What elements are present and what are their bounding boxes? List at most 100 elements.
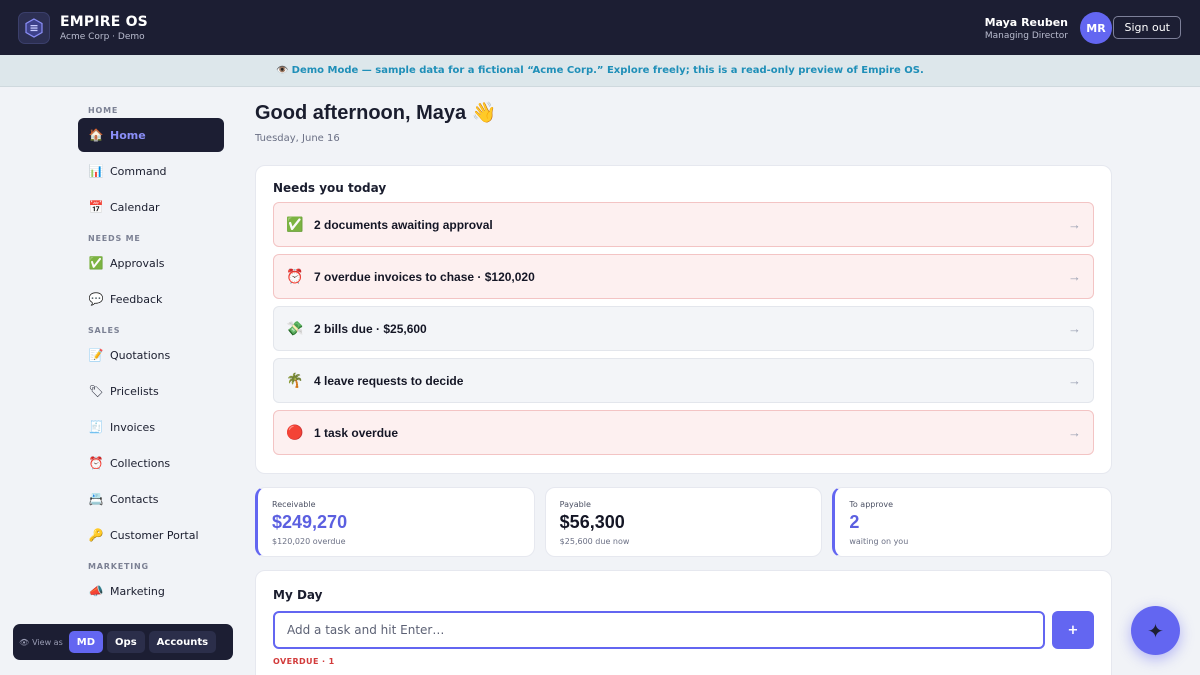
arrow-right-icon: →: [1068, 269, 1081, 284]
sidebar-item-marketing[interactable]: 📣 Marketing: [78, 574, 224, 608]
view-as-label: 👁 View as: [19, 638, 63, 647]
needs-item-text: 2 documents awaiting approval: [314, 217, 493, 232]
sidebar-item-customer-portal[interactable]: 🔑 Customer Portal: [78, 518, 224, 552]
sidebar-item-label: Feedback: [110, 292, 163, 306]
view-as-switcher: 👁 View as MD Ops Accounts: [13, 624, 233, 660]
needs-item[interactable]: ⏰ 7 overdue invoices to chase · $120,020 →: [273, 254, 1094, 299]
demo-mode-text: Demo Mode — sample data for a fictional …: [291, 65, 924, 76]
arrow-right-icon: →: [1068, 373, 1081, 388]
sidebar-item-approvals[interactable]: ✅ Approvals: [78, 246, 224, 280]
customer-portal-icon: 🔑: [88, 528, 104, 542]
sidebar-section-label: SALES: [88, 326, 121, 335]
kpi-label: Receivable: [272, 500, 316, 509]
needs-item-text: 7 overdue invoices to chase · $120,020: [314, 269, 535, 284]
eye-icon: 👁️: [276, 65, 289, 76]
kpi-card-payable[interactable]: Payable $56,300 $25,600 due now: [544, 487, 823, 557]
approvals-icon: ✅: [88, 256, 104, 270]
brand-subtitle: Acme Corp · Demo: [60, 31, 145, 42]
sidebar-item-pricelists[interactable]: 🏷 Pricelists: [78, 374, 224, 408]
sidebar-item-home[interactable]: 🏠 Home: [78, 118, 224, 152]
sidebar-item-label: Home: [110, 128, 146, 142]
needs-item[interactable]: 🌴 4 leave requests to decide →: [273, 358, 1094, 403]
top-header: EMPIRE OS Acme Corp · Demo Maya Reuben M…: [0, 0, 1200, 55]
needs-item[interactable]: 🔴 1 task overdue →: [273, 410, 1094, 455]
collections-icon: ⏰: [88, 456, 104, 470]
invoices-icon: 🧾: [88, 420, 104, 434]
kpi-subtext: waiting on you: [849, 537, 909, 546]
kpi-label: To approve: [849, 500, 894, 509]
assistant-fab-button[interactable]: ✦: [1131, 606, 1180, 655]
kpi-value: 2: [849, 512, 860, 532]
needs-item[interactable]: ✅ 2 documents awaiting approval →: [273, 202, 1094, 247]
view-as-option-md[interactable]: MD: [68, 631, 104, 653]
greeting-title: Good afternoon, Maya 👋: [255, 102, 497, 124]
my-day-card: My Day + OVERDUE · 1: [255, 570, 1112, 675]
home-icon: 🏠: [88, 128, 104, 142]
calendar-icon: 📅: [88, 200, 104, 214]
sidebar-item-quotations[interactable]: 📝 Quotations: [78, 338, 224, 372]
sidebar-item-label: Collections: [110, 456, 171, 470]
needs-list: ✅ 2 documents awaiting approval → ⏰ 7 overdu…: [273, 202, 1094, 455]
kpi-value: $56,300: [559, 512, 625, 532]
kpi-subtext: $25,600 due now: [559, 537, 630, 546]
sidebar-item-calendar[interactable]: 📅 Calendar: [78, 190, 224, 224]
sign-out-button[interactable]: Sign out: [1113, 16, 1181, 39]
main-content: Good afternoon, Maya 👋 Tuesday, June 16 …: [255, 100, 1113, 675]
sidebar-item-command[interactable]: 📊 Command: [78, 154, 224, 188]
sidebar-section-label: NEEDS ME: [88, 234, 141, 243]
brand: EMPIRE OS Acme Corp · Demo: [60, 14, 148, 42]
sidebar-item-label: Command: [110, 164, 167, 178]
needs-item-text: 2 bills due · $25,600: [314, 321, 427, 336]
arrow-right-icon: →: [1068, 217, 1081, 232]
sparkle-icon: ✦: [1147, 618, 1164, 643]
quotations-icon: 📝: [88, 348, 104, 362]
sidebar-item-collections[interactable]: ⏰ Collections: [78, 446, 224, 480]
user-role: Managing Director: [984, 31, 1068, 41]
needs-item-icon: 🌴: [286, 372, 304, 388]
sidebar-section-label: HOME: [88, 106, 119, 115]
sidebar-item-label: Calendar: [110, 200, 160, 214]
current-date: Tuesday, June 16: [255, 133, 340, 144]
needs-item-icon: 🔴: [286, 424, 304, 440]
add-task-button[interactable]: +: [1052, 611, 1094, 649]
view-as-option-ops[interactable]: Ops: [107, 631, 145, 653]
view-as-text: View as: [32, 637, 63, 647]
contacts-icon: 📇: [88, 492, 104, 506]
view-icon: 👁: [19, 637, 30, 647]
task-input[interactable]: [273, 611, 1045, 649]
sidebar-item-label: Approvals: [110, 256, 165, 270]
overdue-section-label: OVERDUE · 1: [273, 657, 335, 666]
sidebar-item-label: Quotations: [110, 348, 171, 362]
needs-you-today-card: Needs you today ✅ 2 documents awaiting ap…: [255, 165, 1112, 474]
avatar[interactable]: MR: [1080, 12, 1112, 44]
kpi-card-receivable[interactable]: Receivable $249,270 $120,020 overdue: [255, 487, 535, 557]
sidebar-item-label: Pricelists: [110, 384, 159, 398]
command-icon: 📊: [88, 164, 104, 178]
feedback-icon: 💬: [88, 292, 104, 306]
brand-logo-icon[interactable]: [18, 11, 50, 44]
user-info: Maya Reuben Managing Director: [985, 16, 1068, 41]
view-as-option-accounts[interactable]: Accounts: [148, 631, 217, 653]
sidebar-item-label: Customer Portal: [110, 528, 199, 542]
sidebar-item-invoices[interactable]: 🧾 Invoices: [78, 410, 224, 444]
sidebar-section-label: MARKETING: [88, 562, 149, 571]
marketing-icon: 📣: [88, 584, 104, 598]
arrow-right-icon: →: [1068, 321, 1081, 336]
sidebar: HOME 🏠 Home 📊 Command 📅 Calendar NEEDS ME ✅ Appro…: [78, 98, 224, 610]
kpi-value: $249,270: [272, 512, 348, 532]
needs-you-today-title: Needs you today: [273, 181, 387, 195]
my-day-title: My Day: [273, 588, 323, 602]
user-name: Maya Reuben: [984, 16, 1068, 29]
needs-item-text: 4 leave requests to decide: [314, 373, 464, 388]
kpi-card-to-approve[interactable]: To approve 2 waiting on you: [832, 487, 1113, 557]
demo-mode-banner: 👁️ Demo Mode — sample data for a fiction…: [0, 55, 1200, 87]
sidebar-item-feedback[interactable]: 💬 Feedback: [78, 282, 224, 316]
kpi-subtext: $120,020 overdue: [272, 537, 346, 546]
sidebar-item-label: Invoices: [110, 420, 156, 434]
needs-item-icon: ✅: [286, 216, 304, 232]
pricelists-icon: 🏷: [88, 384, 104, 398]
needs-item-text: 1 task overdue: [314, 425, 399, 440]
kpi-label: Payable: [559, 500, 591, 509]
needs-item[interactable]: 💸 2 bills due · $25,600 →: [273, 306, 1094, 351]
sidebar-item-contacts[interactable]: 📇 Contacts: [78, 482, 224, 516]
